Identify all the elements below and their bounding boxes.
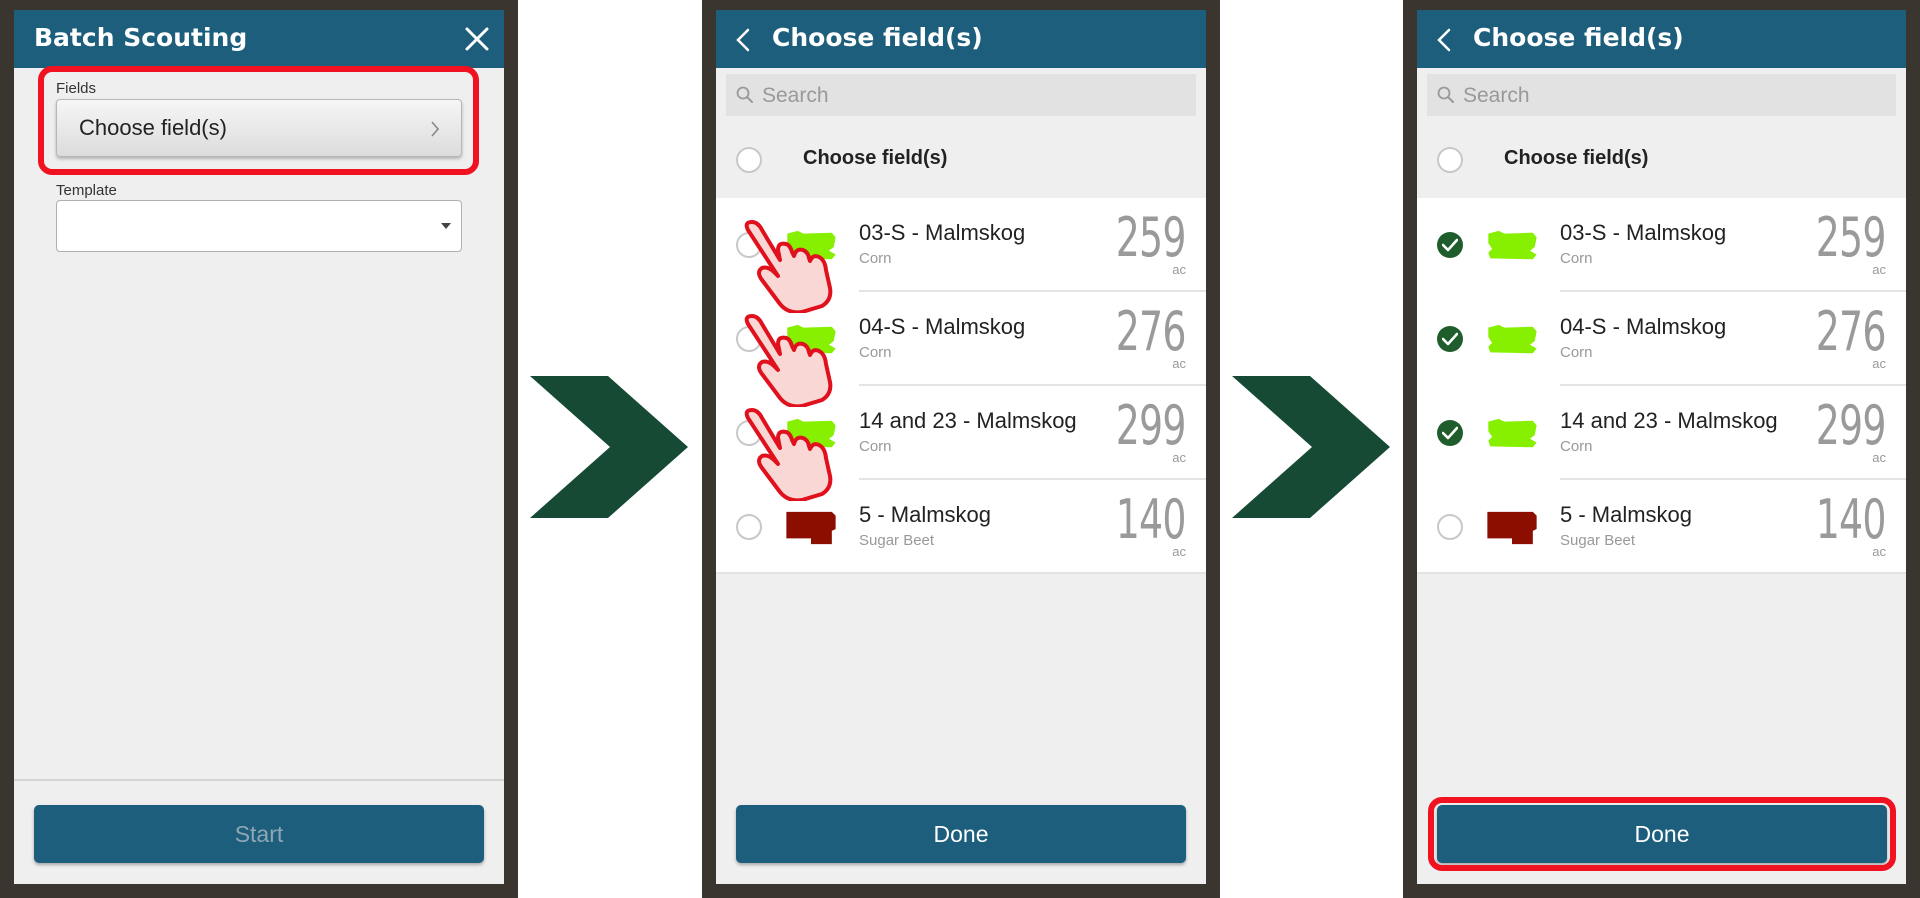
select-all-radio[interactable] [1437, 147, 1463, 173]
field-area-unit: ac [1872, 450, 1886, 465]
field-area-unit: ac [1172, 450, 1186, 465]
field-checkbox[interactable] [1437, 514, 1463, 540]
select-all-label: Choose field(s) [1504, 147, 1649, 169]
field-row[interactable]: 04-S - Malmskog Corn 276 ac [1417, 292, 1906, 386]
search-icon [736, 86, 753, 103]
field-name: 5 - Malmskog [1560, 502, 1693, 527]
field-area-unit: ac [1172, 356, 1186, 371]
field-area: 299 [1116, 394, 1187, 457]
search-icon [1437, 86, 1454, 103]
field-area: 259 [1116, 206, 1187, 269]
done-button[interactable]: Done [736, 805, 1186, 863]
field-crop: Corn [1560, 344, 1593, 361]
field-checkbox[interactable] [736, 514, 762, 540]
next-step-arrow-icon [530, 376, 688, 518]
field-area: 259 [1816, 206, 1887, 269]
hand-pointer-icon [744, 408, 833, 501]
row-divider [716, 572, 1206, 574]
field-crop: Corn [859, 438, 892, 455]
field-area: 276 [1816, 300, 1887, 363]
header-bar: Choose field(s) [1417, 10, 1906, 68]
start-button[interactable]: Start [34, 805, 484, 863]
header-bar: Batch Scouting [14, 10, 504, 68]
search-placeholder: Search [1463, 84, 1530, 107]
choose-fields-highlight [38, 66, 479, 175]
field-crop: Sugar Beet [1560, 532, 1636, 549]
hand-pointer-icon [744, 314, 833, 407]
field-name: 03-S - Malmskog [1560, 220, 1727, 245]
search-input[interactable]: Search [1427, 74, 1896, 116]
field-boundary-shape [1487, 511, 1537, 545]
phone-choose-fields-selected: Choose field(s) Search Choose field(s) 0… [1403, 0, 1920, 898]
header-bar: Choose field(s) [716, 10, 1206, 68]
field-name: 14 and 23 - Malmskog [859, 408, 1077, 433]
field-area-unit: ac [1872, 262, 1886, 277]
field-boundary-shape [1488, 418, 1537, 448]
back-chevron-icon[interactable] [1437, 28, 1451, 52]
field-crop: Corn [859, 344, 892, 361]
phone-batch-scouting: Batch Scouting Fields Choose field(s) Te… [0, 0, 518, 898]
field-boundary-shape [1488, 324, 1537, 354]
check-icon [1442, 238, 1458, 252]
dropdown-caret-icon [441, 223, 451, 229]
field-area-unit: ac [1172, 262, 1186, 277]
close-icon[interactable] [464, 26, 490, 52]
field-list: 03-S - Malmskog Corn 259 ac 04-S - Malmskog C… [1417, 198, 1906, 574]
select-all-row[interactable]: Choose field(s) [1417, 122, 1906, 198]
select-all-label: Choose field(s) [803, 147, 948, 169]
field-name: 04-S - Malmskog [859, 314, 1026, 339]
done-button-highlight [1428, 797, 1896, 871]
field-name: 03-S - Malmskog [859, 220, 1026, 245]
batch-scouting-screen: Batch Scouting Fields Choose field(s) Te… [14, 10, 504, 884]
field-name: 04-S - Malmskog [1560, 314, 1727, 339]
field-area: 276 [1116, 300, 1187, 363]
field-crop: Corn [1560, 250, 1593, 267]
search-placeholder: Search [762, 84, 829, 107]
field-boundary-shape [786, 511, 836, 545]
row-divider [1417, 572, 1906, 574]
field-area-unit: ac [1872, 544, 1886, 559]
template-label: Template [56, 182, 117, 199]
page-title: Choose field(s) [772, 23, 983, 52]
page-title: Batch Scouting [34, 23, 248, 52]
field-row[interactable]: 5 - Malmskog Sugar Beet 140 ac [1417, 480, 1906, 574]
field-area-unit: ac [1172, 544, 1186, 559]
field-row[interactable]: 03-S - Malmskog Corn 259 ac [1417, 198, 1906, 292]
field-area: 140 [1116, 488, 1187, 551]
field-area: 299 [1816, 394, 1887, 457]
footer-divider [14, 779, 504, 781]
field-crop: Corn [1560, 438, 1593, 455]
field-boundary-shape [1488, 230, 1537, 260]
check-icon [1442, 426, 1458, 440]
next-step-arrow-icon [1232, 376, 1390, 518]
field-name: 5 - Malmskog [859, 502, 992, 527]
field-crop: Corn [859, 250, 892, 267]
page-title: Choose field(s) [1473, 23, 1684, 52]
field-area-unit: ac [1872, 356, 1886, 371]
back-chevron-icon[interactable] [736, 28, 750, 52]
check-icon [1442, 332, 1458, 346]
field-area: 140 [1816, 488, 1887, 551]
field-checkbox-checked[interactable] [1437, 326, 1463, 352]
choose-fields-screen: Choose field(s) Search Choose field(s) 0… [1417, 10, 1906, 884]
field-checkbox-checked[interactable] [1437, 232, 1463, 258]
hand-pointer-icon [744, 220, 833, 313]
field-checkbox-checked[interactable] [1437, 420, 1463, 446]
field-row[interactable]: 14 and 23 - Malmskog Corn 299 ac [1417, 386, 1906, 480]
phone-choose-fields-selecting: Choose field(s) Search Choose field(s) 0… [702, 0, 1220, 898]
template-select[interactable] [56, 200, 462, 252]
select-all-row[interactable]: Choose field(s) [716, 122, 1206, 198]
search-input[interactable]: Search [726, 74, 1196, 116]
select-all-radio[interactable] [736, 147, 762, 173]
field-name: 14 and 23 - Malmskog [1560, 408, 1778, 433]
field-crop: Sugar Beet [859, 532, 935, 549]
